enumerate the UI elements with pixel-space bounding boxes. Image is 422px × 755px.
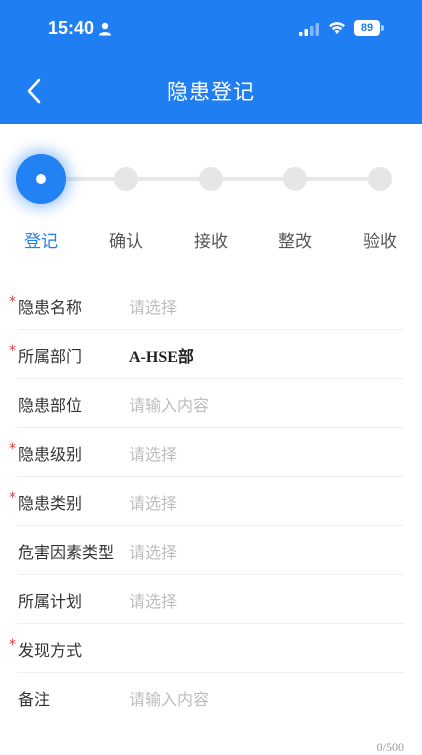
status-time: 15:40 bbox=[48, 18, 95, 38]
field-label: 所属部门 bbox=[18, 347, 83, 366]
signal-icon bbox=[299, 23, 319, 36]
remark-char-counter: 0/500 bbox=[376, 740, 404, 754]
form-row-hazard-name[interactable]: * 隐患名称 请选择 bbox=[9, 281, 404, 330]
field-label: 所属计划 bbox=[18, 592, 83, 611]
field-label: 隐患名称 bbox=[18, 298, 83, 317]
step-dot-rectify bbox=[283, 167, 307, 191]
hazard-factor-type-select[interactable]: 请选择 bbox=[129, 539, 177, 563]
required-marker: * bbox=[9, 294, 16, 310]
required-marker: * bbox=[9, 441, 16, 457]
form-row-hazard-location[interactable]: 隐患部位 请输入内容 bbox=[18, 379, 404, 428]
field-label: 隐患类别 bbox=[18, 494, 83, 513]
step-active-center bbox=[36, 174, 46, 184]
step-label-accept: 验收 bbox=[363, 232, 397, 252]
required-marker: * bbox=[9, 490, 16, 506]
battery-cap bbox=[381, 25, 384, 31]
battery-indicator: 89 bbox=[354, 20, 380, 36]
step-dot-receive bbox=[199, 167, 223, 191]
wifi-icon bbox=[329, 22, 345, 34]
hazard-location-input[interactable]: 请输入内容 bbox=[129, 392, 209, 416]
form-row-hazard-factor-type[interactable]: 危害因素类型 请选择 bbox=[18, 526, 404, 575]
form-row-discovery-method[interactable]: * 发现方式 bbox=[9, 624, 404, 673]
status-bar: 15:40 89 bbox=[0, 0, 422, 58]
step-dot-confirm bbox=[114, 167, 138, 191]
form-row-hazard-category[interactable]: * 隐患类别 请选择 bbox=[9, 477, 404, 526]
step-label-receive: 接收 bbox=[194, 232, 228, 252]
step-label-rectify: 整改 bbox=[278, 232, 312, 252]
field-label: 发现方式 bbox=[18, 641, 83, 660]
form-row-department[interactable]: * 所属部门 A-HSE部 bbox=[9, 330, 404, 379]
progress-stepper: 登记 确认 接收 整改 验收 bbox=[0, 124, 422, 264]
app-header: 15:40 89 隐患登记 bbox=[0, 0, 422, 124]
form-row-hazard-level[interactable]: * 隐患级别 请选择 bbox=[9, 428, 404, 477]
form-row-remark[interactable]: 备注 请输入内容 bbox=[18, 673, 404, 722]
field-label: 隐患级别 bbox=[18, 445, 83, 464]
form-row-plan[interactable]: 所属计划 请选择 bbox=[18, 575, 404, 624]
step-dot-accept bbox=[368, 167, 392, 191]
person-icon bbox=[99, 22, 111, 36]
field-label: 危害因素类型 bbox=[18, 543, 115, 562]
hazard-category-select[interactable]: 请选择 bbox=[129, 490, 177, 514]
field-label: 隐患部位 bbox=[18, 396, 83, 415]
step-label-confirm: 确认 bbox=[109, 232, 143, 252]
hazard-name-select[interactable]: 请选择 bbox=[129, 294, 177, 318]
department-select[interactable]: A-HSE部 bbox=[129, 343, 194, 367]
page-title: 隐患登记 bbox=[167, 80, 255, 104]
required-marker: * bbox=[9, 637, 16, 653]
field-label: 备注 bbox=[18, 690, 51, 709]
hazard-level-select[interactable]: 请选择 bbox=[129, 441, 177, 465]
required-marker: * bbox=[9, 343, 16, 359]
remark-textarea[interactable]: 请输入内容 bbox=[129, 686, 209, 710]
plan-select[interactable]: 请选择 bbox=[129, 588, 177, 612]
step-label-register: 登记 bbox=[24, 232, 58, 252]
